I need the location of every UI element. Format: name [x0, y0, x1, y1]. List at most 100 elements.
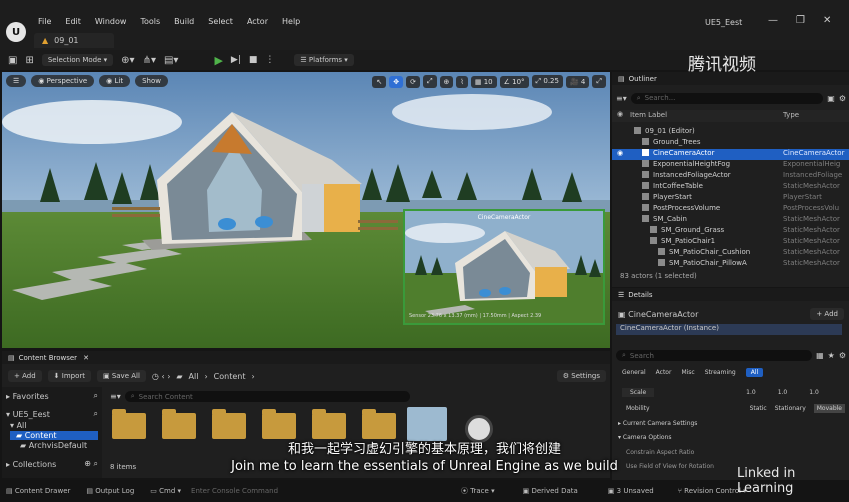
surface-snap-icon[interactable]: ⌇ [456, 75, 468, 88]
menu-select[interactable]: Select [208, 17, 233, 26]
maximize-icon[interactable]: ❐ [796, 15, 805, 26]
menu-actor[interactable]: Actor [247, 17, 268, 26]
folder-tile[interactable] [312, 409, 346, 439]
path-all[interactable]: All [189, 372, 199, 381]
folder-tile[interactable] [112, 409, 146, 439]
visibility-column-icon[interactable]: ◉ [617, 110, 623, 118]
outliner-search-input[interactable]: ⌕ Search... [630, 92, 824, 104]
folder-tile[interactable] [262, 409, 296, 439]
close-tab-icon[interactable]: ✕ [83, 354, 89, 362]
unsaved-button[interactable]: ▣ 3 Unsaved [608, 487, 654, 495]
play-options-icon[interactable]: ⋮ [265, 55, 274, 65]
tab-actor[interactable]: Actor [656, 369, 672, 376]
play-icon[interactable]: ▶ [214, 54, 222, 67]
add-button[interactable]: + Add [8, 370, 42, 382]
import-button[interactable]: ⬇ Import [47, 370, 91, 382]
grid-view-icon[interactable]: ▦ [816, 351, 824, 360]
mobility-static[interactable]: Static [750, 405, 767, 412]
mobility-stationary[interactable]: Stationary [775, 405, 806, 412]
show-button[interactable]: Show [135, 75, 168, 87]
camera-speed-button[interactable]: 🎥 4 [565, 75, 590, 88]
path-content[interactable]: Content [214, 372, 246, 381]
unreal-logo-icon[interactable]: U [6, 22, 26, 42]
maximize-viewport-icon[interactable]: ⤢ [592, 75, 606, 88]
outliner-row[interactable]: SM_Ground_Grass StaticMeshActor [612, 226, 849, 237]
menu-file[interactable]: File [38, 17, 51, 26]
outliner-row[interactable]: ExponentialHeightFog ExponentialHeig [612, 160, 849, 171]
outliner-row[interactable]: SM_PatioChair_PillowA StaticMeshActor [612, 259, 849, 270]
add-component-button[interactable]: + Add [810, 308, 844, 320]
favorites-row[interactable]: ▸ Favorites ⌕ [6, 391, 98, 401]
scale-y-field[interactable]: 1.0 [778, 389, 788, 396]
outliner-row[interactable]: Ground_Trees [612, 138, 849, 149]
search-icon[interactable]: ⌕ [94, 409, 98, 419]
level-viewport[interactable]: ☰ ◉ Perspective ◉ Lit Show ↖ ✥ ⟳ ⤢ ⊕ ⌇ ▦… [2, 72, 610, 348]
asset-thumbnail[interactable] [407, 407, 447, 441]
cinematics-icon[interactable]: ▤▾ [164, 55, 178, 66]
viewport-menu-button[interactable]: ☰ [6, 75, 27, 87]
menu-tools[interactable]: Tools [140, 17, 160, 26]
content-settings-button[interactable]: ⚙ Settings [556, 370, 606, 382]
filter-icon[interactable]: ≡▾ [110, 392, 121, 401]
select-tool-icon[interactable]: ↖ [372, 75, 387, 88]
level-tab[interactable]: ▲ 09_01 [34, 33, 114, 48]
outliner-row[interactable]: SM_Cabin StaticMeshActor [612, 215, 849, 226]
cmd-dropdown[interactable]: ▭ Cmd ▾ [150, 487, 181, 495]
outliner-row[interactable]: PlayerStart PlayerStart [612, 193, 849, 204]
content-drawer-button[interactable]: ▤ Content Drawer [6, 487, 70, 495]
translate-tool-icon[interactable]: ✥ [389, 75, 404, 88]
blueprint-icon[interactable]: ⋔▾ [143, 55, 156, 66]
visibility-icon[interactable]: ◉ [617, 149, 623, 157]
outliner-row[interactable]: IntCoffeeTable StaticMeshActor [612, 182, 849, 193]
close-icon[interactable]: ✕ [823, 15, 831, 26]
filter-icon[interactable]: ≡▾ [616, 94, 627, 103]
add-actor-icon[interactable]: ⊕▾ [121, 55, 134, 66]
instance-row[interactable]: CineCameraActor (Instance) [616, 324, 842, 335]
folder-tile[interactable] [212, 409, 246, 439]
perspective-button[interactable]: ◉ Perspective [31, 75, 95, 87]
search-icon[interactable]: ⌕ [94, 391, 98, 401]
save-icon[interactable]: ▣ [8, 55, 17, 66]
tab-streaming[interactable]: Streaming [705, 369, 736, 376]
lit-button[interactable]: ◉ Lit [99, 75, 131, 87]
outliner-row[interactable]: SM_PatioChair_Cushion StaticMeshActor [612, 248, 849, 259]
trace-button[interactable]: ⦿ Trace ▾ [461, 486, 495, 496]
tree-all[interactable]: ▾ All [10, 421, 26, 430]
output-log-button[interactable]: ▤ Output Log [86, 487, 134, 495]
tab-misc[interactable]: Misc [681, 369, 694, 376]
settings-icon[interactable]: ⚙ [839, 94, 846, 103]
menu-window[interactable]: Window [95, 17, 127, 26]
scale-x-field[interactable]: 1.0 [746, 389, 756, 396]
scale-tool-icon[interactable]: ⤢ [422, 75, 437, 88]
item-label-column[interactable]: Item Label [630, 111, 667, 119]
folder-tile[interactable] [362, 409, 396, 439]
platforms-button[interactable]: ☰ Platforms ▾ [294, 54, 354, 66]
outliner-row[interactable]: 09_01 (Editor) [612, 127, 849, 138]
mode-icon[interactable]: ⊞ [25, 55, 33, 66]
history-icon[interactable]: ◷ ‹ › [152, 372, 170, 381]
outliner-row[interactable]: InstancedFoliageActor InstancedFoliage [612, 171, 849, 182]
menu-help[interactable]: Help [282, 17, 300, 26]
details-settings-icon[interactable]: ⚙ [839, 351, 846, 360]
content-search-input[interactable]: ⌕ Search Content [124, 391, 410, 402]
outliner-row[interactable]: SM_PatioChair1 StaticMeshActor [612, 237, 849, 248]
outliner-row[interactable]: ◉ CineCameraActor CineCameraActor [612, 149, 849, 160]
scale-snap-button[interactable]: ⤢ 0.25 [531, 75, 563, 88]
console-input[interactable]: Enter Console Command [191, 487, 331, 495]
menu-build[interactable]: Build [174, 17, 194, 26]
selection-mode-button[interactable]: Selection Mode ▾ [41, 54, 114, 66]
rotation-snap-button[interactable]: ∠ 10° [499, 75, 529, 88]
stop-icon[interactable]: ■ [249, 55, 258, 65]
add-folder-icon[interactable]: ▣ [827, 94, 835, 103]
outliner-row[interactable]: PostProcessVolume PostProcessVolu [612, 204, 849, 215]
derived-data-button[interactable]: ▣ Derived Data [523, 487, 578, 495]
world-local-icon[interactable]: ⊕ [439, 75, 454, 88]
save-all-button[interactable]: ▣ Save All [96, 370, 146, 382]
folder-tile[interactable] [162, 409, 196, 439]
step-icon[interactable]: ▶| [231, 55, 241, 65]
project-row[interactable]: ▾ UE5_Eest ⌕ [6, 409, 98, 419]
details-search-input[interactable]: ⌕ Search [616, 350, 813, 361]
section-current-camera-settings[interactable]: ▸ Current Camera Settings [618, 420, 697, 427]
scale-z-field[interactable]: 1.0 [809, 389, 819, 396]
menu-edit[interactable]: Edit [65, 17, 81, 26]
